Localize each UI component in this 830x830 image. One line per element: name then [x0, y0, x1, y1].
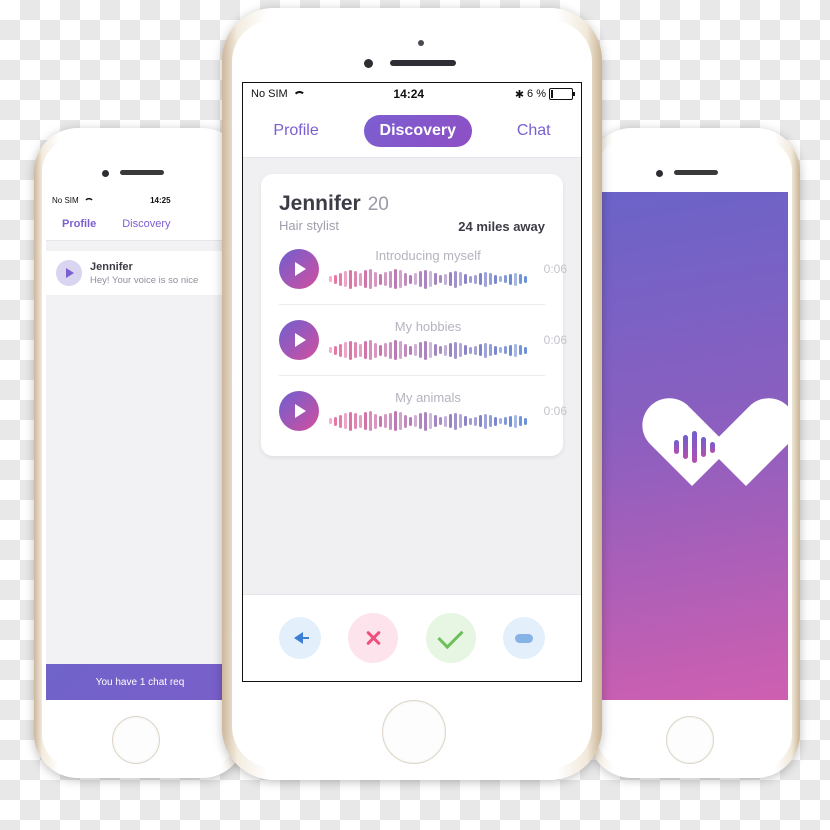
list-item[interactable]: Jennifer Hey! Your voice is so nice: [46, 251, 234, 295]
discovery-content: Jennifer 20 Hair stylist 24 miles away I…: [243, 158, 581, 594]
profile-name-row: Jennifer 20: [279, 192, 545, 216]
tab-profile[interactable]: Profile: [257, 115, 334, 147]
track-title: My hobbies: [394, 319, 462, 334]
status-bar: No SIM 14:24 ✱ 6 %: [243, 83, 581, 105]
status-right: ✱ 6 %: [514, 88, 575, 101]
right-phone-screen: [600, 192, 788, 700]
clock-label: 14:24: [393, 87, 425, 101]
heart-with-soundwave-icon: [642, 400, 746, 492]
play-icon[interactable]: [279, 391, 319, 431]
track-body: My hobbies: [329, 319, 527, 361]
front-camera-icon: [364, 59, 373, 68]
track-duration: 0:06: [543, 333, 567, 347]
track-body: My animals: [329, 390, 527, 432]
earpiece-speaker: [390, 60, 456, 66]
chat-request-banner-label: You have 1 chat req: [95, 676, 185, 688]
battery-percent-label: 6 %: [527, 88, 546, 100]
earpiece-speaker: [120, 170, 164, 175]
pill-icon: [515, 633, 534, 643]
bluetooth-icon: ✱: [514, 88, 525, 101]
play-icon[interactable]: [279, 320, 319, 360]
wifi-icon: [83, 197, 91, 204]
soundwave-bars: [642, 430, 746, 464]
chat-request-banner[interactable]: You have 1 chat req: [46, 664, 234, 700]
audio-track-row[interactable]: Introducing myself 0:06: [279, 234, 567, 304]
chat-message-label: Hey! Your voice is so nice: [90, 274, 199, 286]
earpiece-speaker: [674, 170, 718, 175]
left-tab-profile[interactable]: Profile: [62, 218, 96, 230]
track-duration: 0:06: [543, 404, 567, 418]
action-bar: [243, 594, 581, 681]
left-chat-list: Jennifer Hey! Your voice is so nice: [46, 241, 234, 295]
left-status-bar: No SIM 14:25: [46, 192, 234, 208]
rewind-button[interactable]: [278, 617, 321, 659]
tab-chat[interactable]: Chat: [501, 115, 567, 147]
play-icon[interactable]: [56, 260, 82, 286]
center-phone-device: No SIM 14:24 ✱ 6 % Profile Discovery Cha…: [222, 8, 602, 780]
home-button[interactable]: [382, 700, 446, 764]
proximity-sensor-icon: [418, 40, 424, 46]
left-carrier-label: No SIM: [52, 195, 79, 205]
wifi-icon: [292, 90, 303, 99]
arrow-left-tail: [298, 636, 310, 640]
accept-button[interactable]: [425, 613, 476, 663]
screenshot-canvas: No SIM 14:25 Profile Discovery Jennifer …: [0, 0, 830, 830]
track-duration: 0:06: [543, 262, 567, 276]
audio-track-row[interactable]: My animals 0:06: [279, 375, 567, 446]
left-tab-bar: Profile Discovery: [46, 208, 234, 241]
waveform[interactable]: [329, 268, 527, 290]
play-icon[interactable]: [279, 249, 319, 289]
x-icon: [364, 629, 382, 647]
tab-bar: Profile Discovery Chat: [243, 105, 581, 158]
track-body: Introducing myself: [329, 248, 527, 290]
track-title: Introducing myself: [375, 248, 481, 263]
front-camera-icon: [102, 170, 109, 177]
check-icon: [437, 622, 464, 649]
battery-icon: [549, 88, 575, 100]
home-button[interactable]: [666, 716, 714, 764]
reject-button[interactable]: [348, 613, 399, 663]
app-splash-logo: [600, 192, 788, 700]
waveform[interactable]: [329, 410, 527, 432]
tab-discovery[interactable]: Discovery: [363, 115, 473, 147]
chat-name-label: Jennifer: [90, 260, 133, 273]
profile-name: Jennifer: [279, 192, 361, 215]
more-button[interactable]: [503, 617, 546, 659]
front-camera-icon: [656, 170, 663, 177]
audio-track-row[interactable]: My hobbies 0:06: [279, 304, 567, 375]
left-phone-device: No SIM 14:25 Profile Discovery Jennifer …: [34, 128, 246, 778]
profile-age: 20: [367, 194, 389, 215]
right-phone-device: [588, 128, 800, 778]
center-phone-screen: No SIM 14:24 ✱ 6 % Profile Discovery Cha…: [242, 82, 582, 682]
left-phone-screen: No SIM 14:25 Profile Discovery Jennifer …: [46, 192, 234, 700]
status-left: No SIM: [251, 88, 303, 100]
track-title: My animals: [395, 390, 461, 405]
left-clock-label: 14:25: [150, 195, 171, 205]
profile-card: Jennifer 20 Hair stylist 24 miles away I…: [261, 174, 567, 456]
waveform[interactable]: [329, 339, 527, 361]
left-tab-discovery[interactable]: Discovery: [122, 218, 170, 230]
home-button[interactable]: [112, 716, 160, 764]
carrier-label: No SIM: [251, 88, 288, 100]
